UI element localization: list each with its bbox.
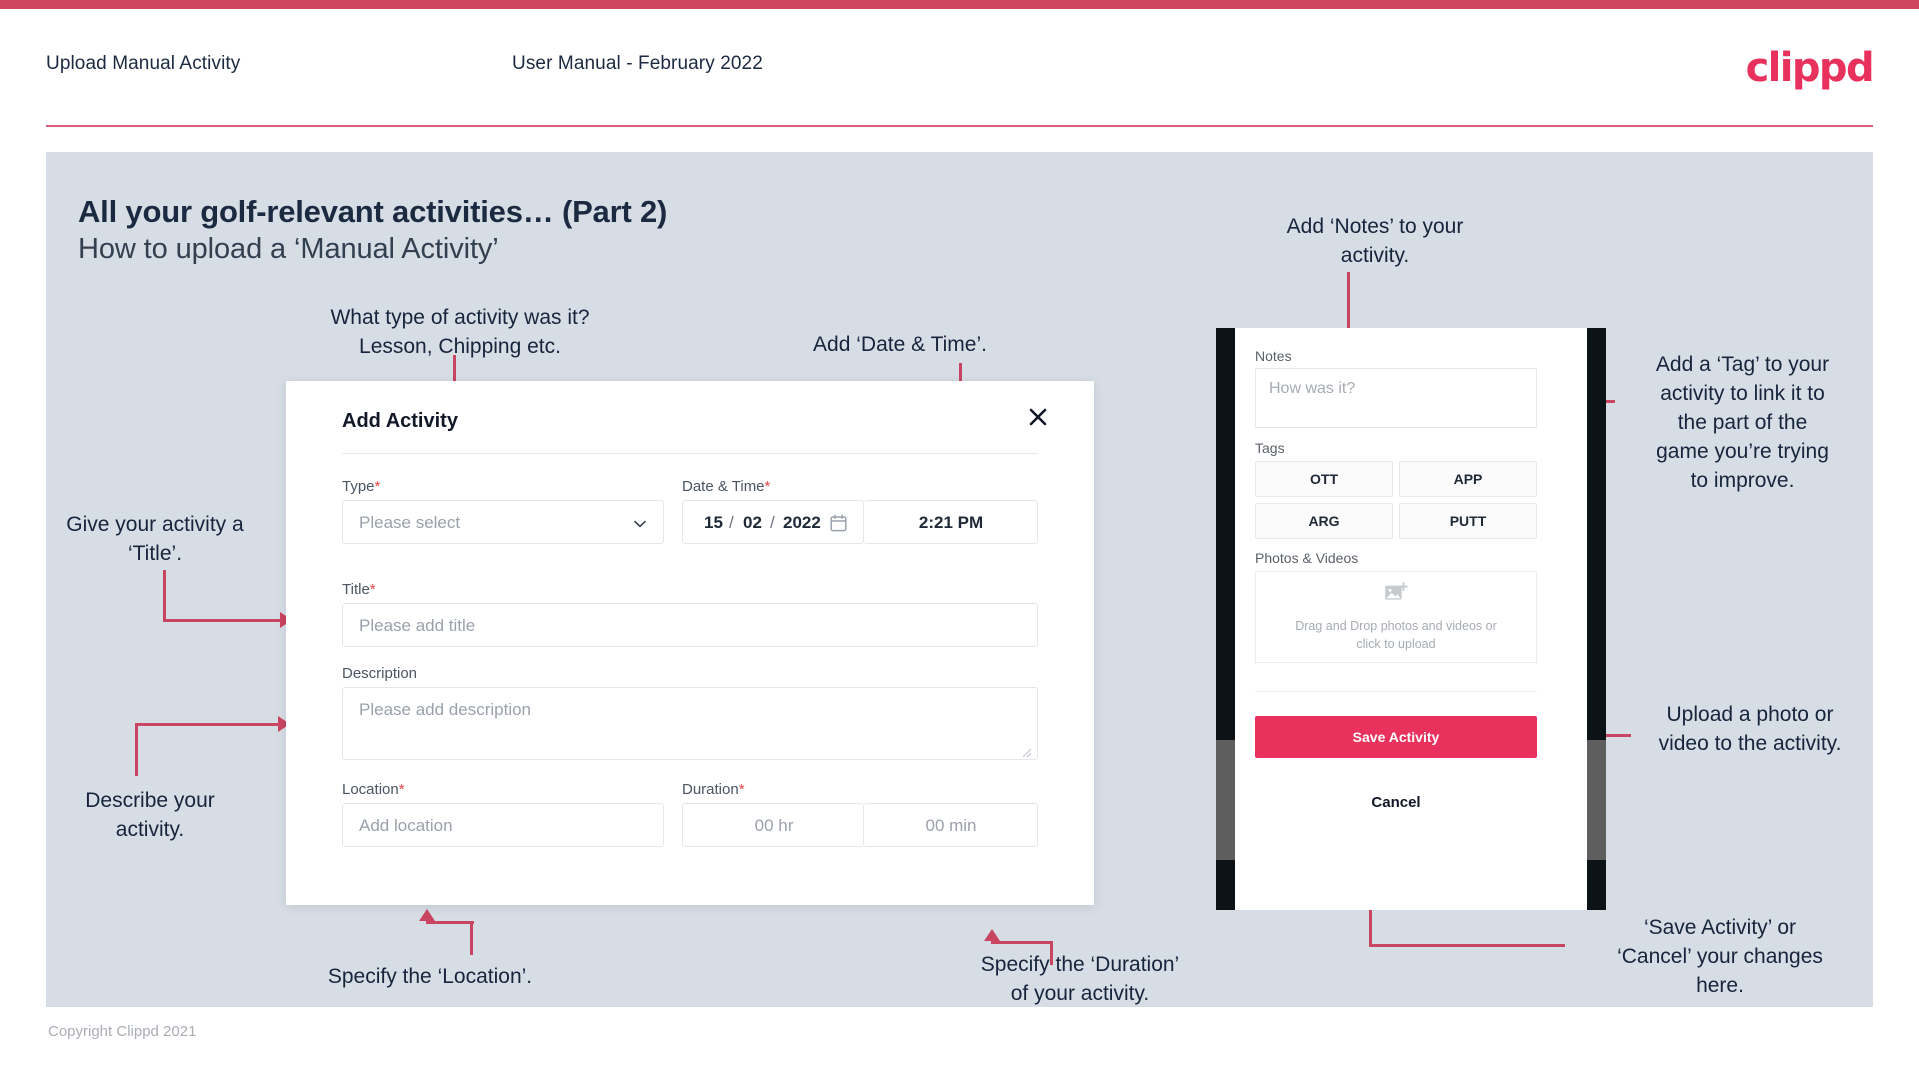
header-left-title: Upload Manual Activity <box>46 53 241 74</box>
annotation-tags: Add a ‘Tag’ to your activity to link it … <box>1655 353 1830 492</box>
connector-duration-h <box>991 941 1053 944</box>
title-label: Title* <box>342 581 376 598</box>
notes-label: Notes <box>1255 348 1292 364</box>
datetime-required-mark: * <box>764 478 771 495</box>
location-required-mark: * <box>398 781 405 798</box>
date-separator-1: / <box>729 513 734 532</box>
phone-divider <box>1255 691 1537 692</box>
title-placeholder: Please add title <box>359 616 476 635</box>
location-label-text: Location <box>342 781 399 798</box>
tag-button-putt[interactable]: PUTT <box>1399 503 1537 539</box>
connector-duration-arrow <box>984 929 1000 941</box>
top-accent-bar <box>0 0 1919 9</box>
type-label-text: Type <box>342 478 375 495</box>
duration-hours-placeholder: 00 hr <box>754 816 794 835</box>
page-title: All your golf-relevant activities… (Part… <box>78 194 668 229</box>
duration-minutes-placeholder: 00 min <box>925 816 977 835</box>
phone-side-button-right <box>1587 740 1606 860</box>
connector-save-h <box>1369 944 1565 947</box>
cancel-button[interactable]: Cancel <box>1255 794 1537 811</box>
description-placeholder: Please add description <box>359 700 532 719</box>
time-value: 2:21 PM <box>918 513 984 532</box>
annotation-upload: Upload a photo or video to the activity. <box>1658 703 1842 755</box>
connector-location-arrow <box>419 909 435 921</box>
duration-label-text: Duration <box>682 781 739 798</box>
page-header: Upload Manual Activity User Manual - Feb… <box>0 9 1919 121</box>
annotation-datetime: Add ‘Date & Time’. <box>813 333 987 356</box>
location-input[interactable]: Add location <box>342 803 664 847</box>
tag-button-arg[interactable]: ARG <box>1255 503 1393 539</box>
location-placeholder: Add location <box>359 816 453 835</box>
date-day: 15 <box>704 513 723 532</box>
close-icon[interactable] <box>1024 403 1052 431</box>
header-center-title: User Manual - February 2022 <box>512 53 763 74</box>
date-month: 02 <box>743 513 762 532</box>
annotation-description: Describe your activity. <box>85 789 215 841</box>
title-label-text: Title <box>342 581 370 598</box>
media-dropzone[interactable]: Drag and Drop photos and videos or click… <box>1255 571 1537 663</box>
header-divider <box>46 125 1873 127</box>
description-label-text: Description <box>342 665 418 682</box>
type-placeholder: Please select <box>359 513 461 532</box>
chevron-down-icon[interactable] <box>633 517 647 531</box>
connector-location-h <box>426 921 474 924</box>
annotation-duration: Specify the ‘Duration’ of your activity. <box>980 953 1180 1005</box>
date-separator-2: / <box>770 513 775 532</box>
dropzone-text-line1: Drag and Drop photos and videos or <box>1295 618 1497 633</box>
date-year: 2022 <box>783 513 821 532</box>
duration-hours-input[interactable]: 00 hr <box>682 803 864 847</box>
connector-location-v <box>470 921 473 955</box>
notes-placeholder: How was it? <box>1269 380 1356 397</box>
connector-desc-h <box>135 723 283 726</box>
duration-required-mark: * <box>738 781 745 798</box>
calendar-icon[interactable] <box>830 514 847 532</box>
notes-textarea[interactable]: How was it? <box>1255 368 1537 428</box>
description-label: Description <box>342 665 417 682</box>
connector-desc-v <box>135 723 138 776</box>
title-required-mark: * <box>369 581 376 598</box>
annotation-type: What type of activity was it? Lesson, Ch… <box>330 306 590 358</box>
tags-label: Tags <box>1255 440 1285 456</box>
page-subtitle: How to upload a ‘Manual Activity’ <box>78 233 499 265</box>
duration-minutes-input[interactable]: 00 min <box>864 803 1038 847</box>
save-activity-button[interactable]: Save Activity <box>1255 716 1537 758</box>
title-input[interactable]: Please add title <box>342 603 1038 647</box>
type-select[interactable]: Please select <box>342 500 664 544</box>
annotation-location: Specify the ‘Location’. <box>327 965 533 988</box>
datetime-label: Date & Time* <box>682 478 770 495</box>
annotation-save-cancel: ‘Save Activity’ or ‘Cancel’ your changes… <box>1617 916 1823 997</box>
location-label: Location* <box>342 781 405 798</box>
type-required-mark: * <box>374 478 381 495</box>
dialog-title: Add Activity <box>342 410 458 432</box>
phone-side-button-left <box>1216 740 1235 860</box>
connector-title-h <box>163 619 285 622</box>
duration-label: Duration* <box>682 781 745 798</box>
media-label: Photos & Videos <box>1255 550 1359 566</box>
phone-mockup: Notes How was it? Tags OTT APP ARG PUTT … <box>1216 328 1606 910</box>
add-image-icon <box>1384 581 1408 609</box>
add-activity-dialog: Add Activity Type* Please select Date & … <box>286 381 1094 905</box>
dropzone-text-line2: click to upload <box>1356 636 1436 651</box>
tag-button-app[interactable]: APP <box>1399 461 1537 497</box>
description-textarea[interactable]: Please add description <box>342 687 1038 760</box>
annotation-notes: Add ‘Notes’ to your activity. <box>1286 215 1464 267</box>
type-label: Type* <box>342 478 380 495</box>
date-input[interactable]: 15 / 02 / 2022 <box>682 500 864 544</box>
annotation-title: Give your activity a ‘Title’. <box>66 513 244 565</box>
copyright-text: Copyright Clippd 2021 <box>48 1023 197 1040</box>
phone-screen: Notes How was it? Tags OTT APP ARG PUTT … <box>1235 328 1587 910</box>
datetime-label-text: Date & Time <box>682 478 765 495</box>
connector-duration-v <box>1050 941 1053 965</box>
tag-button-ott[interactable]: OTT <box>1255 461 1393 497</box>
connector-title-v <box>163 570 166 622</box>
dialog-divider <box>342 453 1038 454</box>
time-input[interactable]: 2:21 PM <box>864 500 1038 544</box>
dropzone-text: Drag and Drop photos and videos or click… <box>1295 617 1497 653</box>
clippd-logo: clippd <box>1745 45 1875 91</box>
resize-grip-icon[interactable] <box>1022 745 1032 758</box>
